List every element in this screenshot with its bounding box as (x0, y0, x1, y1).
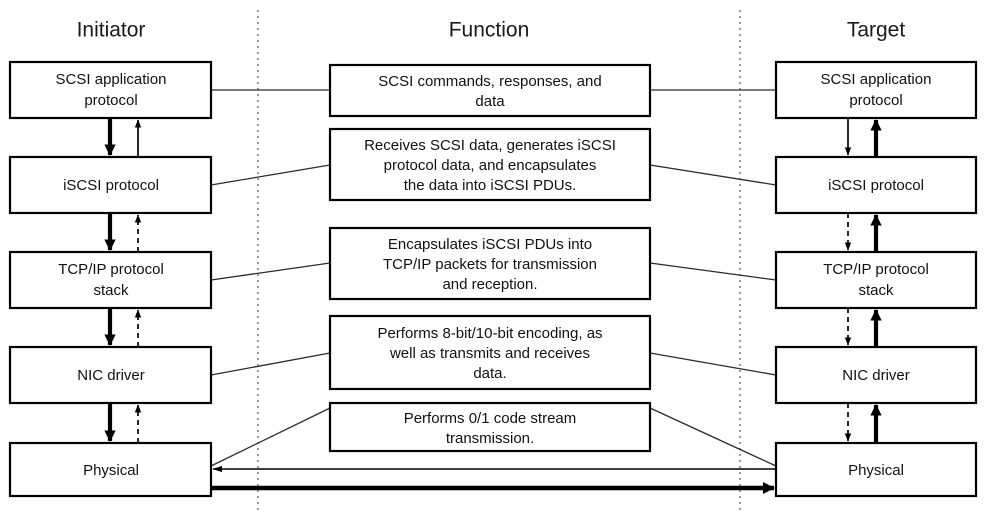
target-box-5-line-1: Physical (848, 462, 904, 479)
connector-initiator-4 (210, 352, 331, 376)
target-box-4-line-1: NIC driver (842, 367, 910, 384)
function-box-4-line-3: data. (473, 365, 506, 382)
function-box-iscsi-encapsulation[interactable]: Receives SCSI data, generates iSCSI prot… (328, 127, 652, 202)
function-stack: SCSI commands, responses, and data Recei… (328, 63, 652, 453)
initiator-box-3-line-2: stack (93, 282, 129, 299)
function-box-1-line-2: data (475, 93, 505, 110)
target-box-2-line-1: iSCSI protocol (828, 177, 924, 194)
function-box-scsi-commands[interactable]: SCSI commands, responses, and data (328, 63, 652, 118)
function-box-1-line-1: SCSI commands, responses, and (378, 73, 601, 90)
connectors-function-to-target (649, 89, 777, 467)
initiator-layer-scsi-application-protocol[interactable]: SCSI application protocol (8, 60, 213, 120)
column-title-function: Function (449, 19, 530, 42)
connector-target-2 (649, 164, 777, 186)
target-box-1-line-1: SCSI application (821, 71, 932, 88)
target-box-3-line-1: TCP/IP protocol (823, 261, 929, 278)
target-layer-nic-driver[interactable]: NIC driver (774, 345, 978, 405)
target-box-3-line-2: stack (858, 282, 894, 299)
initiator-box-1-line-1: SCSI application (56, 71, 167, 88)
function-box-5-line-2: transmission. (446, 430, 534, 447)
initiator-box-2-line-1: iSCSI protocol (63, 177, 159, 194)
initiator-box-5-line-1: Physical (83, 462, 139, 479)
target-layer-tcp-ip-protocol-stack[interactable]: TCP/IP protocol stack (774, 250, 978, 310)
function-box-2-line-2: protocol data, and encapsulates (384, 157, 597, 174)
function-box-code-stream[interactable]: Performs 0/1 code stream transmission. (328, 401, 652, 453)
function-box-2-line-3: the data into iSCSI PDUs. (404, 177, 577, 194)
connector-initiator-3 (210, 262, 331, 281)
connector-target-4 (649, 352, 777, 376)
initiator-box-1-line-2: protocol (84, 92, 137, 109)
initiator-layer-tcp-ip-protocol-stack[interactable]: TCP/IP protocol stack (8, 250, 213, 310)
function-box-3-line-3: and reception. (442, 276, 537, 293)
column-title-target: Target (847, 19, 906, 42)
function-box-3-line-1: Encapsulates iSCSI PDUs into (388, 236, 592, 253)
target-layer-scsi-application-protocol[interactable]: SCSI application protocol (774, 60, 978, 120)
initiator-layer-iscsi-protocol[interactable]: iSCSI protocol (8, 155, 213, 215)
function-box-2-line-1: Receives SCSI data, generates iSCSI (364, 137, 616, 154)
iscsi-protocol-stack-diagram: Initiator Function Target SCSI applicati… (0, 0, 988, 515)
initiator-layer-nic-driver[interactable]: NIC driver (8, 345, 213, 405)
target-box-1-line-2: protocol (849, 92, 902, 109)
column-titles: Initiator Function Target (77, 19, 906, 42)
target-layer-iscsi-protocol[interactable]: iSCSI protocol (774, 155, 978, 215)
function-box-3-line-2: TCP/IP packets for transmission (383, 256, 597, 273)
physical-link-arrows (211, 465, 776, 495)
initiator-layer-physical[interactable]: Physical (8, 441, 213, 498)
column-title-initiator: Initiator (77, 19, 146, 42)
function-box-4-line-1: Performs 8-bit/10-bit encoding, as (377, 325, 602, 342)
initiator-box-4-line-1: NIC driver (77, 367, 145, 384)
function-box-encoding[interactable]: Performs 8-bit/10-bit encoding, as well … (328, 314, 652, 391)
connectors-initiator-to-function (210, 89, 331, 467)
connector-initiator-5 (210, 407, 331, 467)
function-box-tcpip-encapsulation[interactable]: Encapsulates iSCSI PDUs into TCP/IP pack… (328, 226, 652, 301)
function-box-5-line-1: Performs 0/1 code stream (404, 410, 577, 427)
connector-initiator-2 (210, 164, 331, 186)
target-layer-physical[interactable]: Physical (774, 441, 978, 498)
initiator-box-3-line-1: TCP/IP protocol (58, 261, 164, 278)
connector-target-5 (649, 407, 777, 467)
connector-target-3 (649, 262, 777, 281)
function-box-4-line-2: well as transmits and receives (389, 345, 590, 362)
diagram-canvas: Initiator Function Target SCSI applicati… (8, 10, 978, 512)
